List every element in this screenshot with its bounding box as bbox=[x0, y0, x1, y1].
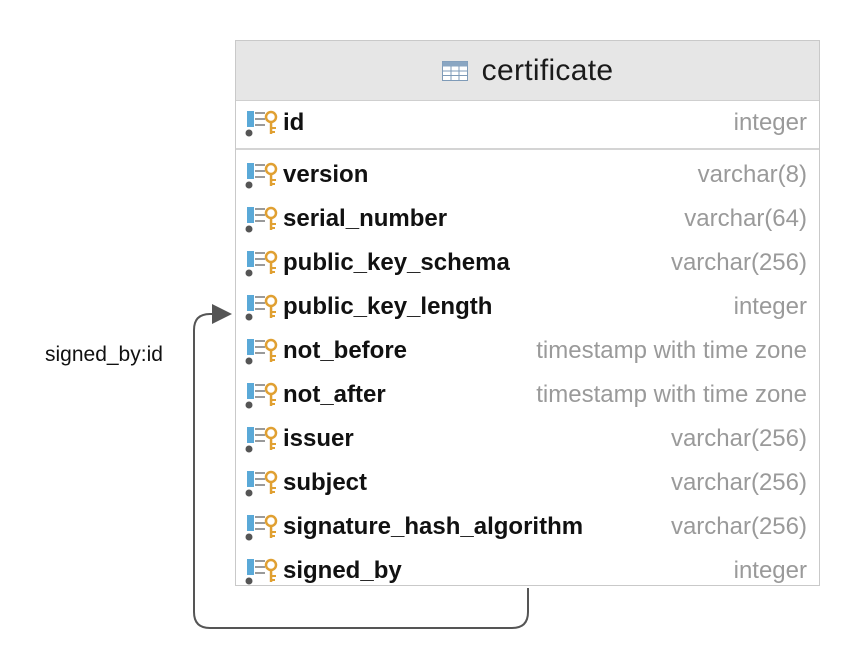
column-type: integer bbox=[733, 293, 807, 320]
column-name: version bbox=[283, 161, 369, 188]
column-type: integer bbox=[733, 109, 807, 136]
column-name: signature_hash_algorithm bbox=[283, 513, 584, 540]
column-key-icon bbox=[245, 294, 278, 321]
column-name: issuer bbox=[283, 425, 354, 452]
column-type: varchar(256) bbox=[670, 249, 807, 276]
column-row[interactable]: public_key_length integer bbox=[236, 285, 819, 329]
column-row[interactable]: issuer varchar(256) bbox=[236, 417, 819, 461]
column-key-icon bbox=[245, 338, 278, 365]
column-key-icon bbox=[245, 558, 278, 585]
relationship-label: signed_by:id bbox=[45, 343, 163, 366]
relationship-arrowhead bbox=[212, 304, 232, 324]
column-row[interactable]: public_key_schema varchar(256) bbox=[236, 241, 819, 285]
table-header[interactable]: certificate bbox=[236, 41, 819, 101]
column-type: varchar(256) bbox=[670, 425, 807, 452]
column-key-icon bbox=[245, 250, 278, 277]
column-key-icon bbox=[245, 110, 278, 137]
column-row[interactable]: signed_by integer bbox=[236, 549, 819, 593]
table-title: certificate bbox=[481, 53, 614, 87]
primary-key-section: id integer bbox=[236, 101, 819, 150]
column-row[interactable]: not_after timestamp with time zone bbox=[236, 373, 819, 417]
column-name: not_before bbox=[283, 337, 408, 364]
column-type: timestamp with time zone bbox=[536, 337, 807, 364]
column-type: integer bbox=[733, 557, 807, 584]
column-name: signed_by bbox=[283, 557, 402, 584]
column-key-icon bbox=[245, 514, 278, 541]
column-row[interactable]: subject varchar(256) bbox=[236, 461, 819, 505]
table-grid-icon bbox=[441, 60, 468, 81]
column-type: timestamp with time zone bbox=[536, 381, 807, 408]
column-key-icon bbox=[245, 382, 278, 409]
table-certificate[interactable]: certificate id integer version varchar(8… bbox=[235, 40, 820, 586]
column-key-icon bbox=[245, 162, 278, 189]
column-name: id bbox=[283, 109, 305, 136]
column-type: varchar(8) bbox=[697, 161, 807, 188]
column-row[interactable]: id integer bbox=[236, 101, 819, 145]
column-key-icon bbox=[245, 206, 278, 233]
column-row[interactable]: signature_hash_algorithm varchar(256) bbox=[236, 505, 819, 549]
column-name: public_key_schema bbox=[283, 249, 510, 276]
column-name: not_after bbox=[283, 381, 386, 408]
column-key-icon bbox=[245, 426, 278, 453]
column-name: public_key_length bbox=[283, 293, 493, 320]
column-row[interactable]: not_before timestamp with time zone bbox=[236, 329, 819, 373]
diagram-canvas: signed_by:id certificate id integer vers… bbox=[0, 0, 862, 668]
column-key-icon bbox=[245, 470, 278, 497]
column-type: varchar(64) bbox=[684, 205, 807, 232]
column-row[interactable]: serial_number varchar(64) bbox=[236, 197, 819, 241]
column-type: varchar(256) bbox=[670, 469, 807, 496]
column-name: subject bbox=[283, 469, 368, 496]
column-list: version varchar(8) serial_number varchar… bbox=[236, 150, 819, 593]
column-name: serial_number bbox=[283, 205, 448, 232]
column-type: varchar(256) bbox=[670, 513, 807, 540]
column-row[interactable]: version varchar(8) bbox=[236, 153, 819, 197]
